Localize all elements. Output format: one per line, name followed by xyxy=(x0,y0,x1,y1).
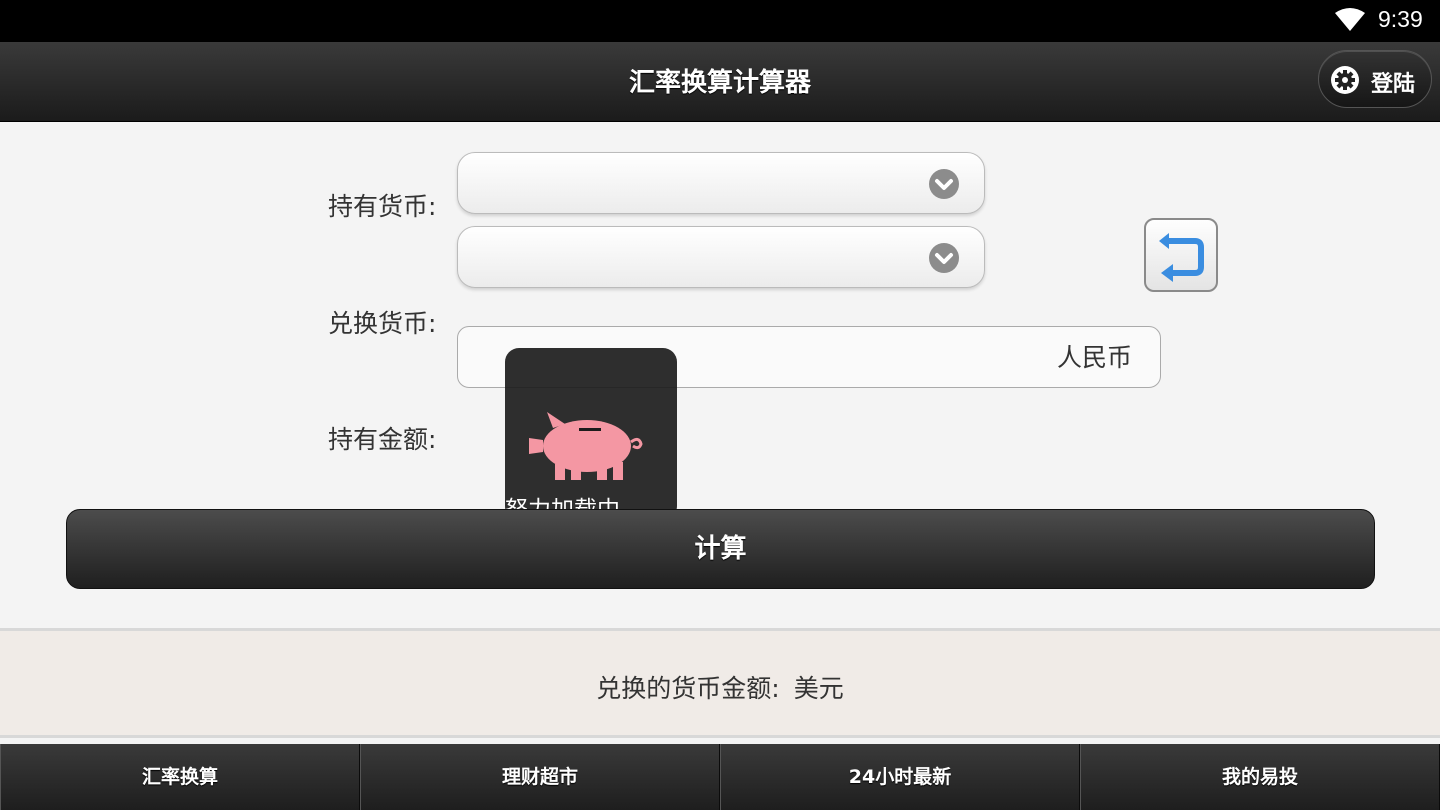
app-header: 汇率换算计算器 登陆 xyxy=(0,42,1440,122)
amount-label: 持有金额: xyxy=(328,425,437,454)
login-button[interactable]: 登陆 xyxy=(1318,50,1432,108)
result-unit: 美元 xyxy=(793,674,844,703)
tab-wealth-market[interactable]: 理财超市 xyxy=(360,744,720,810)
target-currency-label: 兑换货币: xyxy=(328,309,437,338)
held-currency-label: 持有货币: xyxy=(328,192,437,221)
result-label: 兑换的货币金额: xyxy=(596,674,780,703)
loading-overlay: 努力加载中... xyxy=(505,348,677,523)
target-currency-select[interactable] xyxy=(457,226,985,288)
status-bar: 9:39 xyxy=(0,0,1440,42)
amount-unit: 人民币 xyxy=(1056,343,1132,372)
chevron-down-icon xyxy=(929,243,959,273)
result-text: 兑换的货币金额: 美元 xyxy=(0,669,1440,705)
bottom-nav: 汇率换算 理财超市 24小时最新 我的易投 xyxy=(0,744,1440,810)
chevron-down-icon xyxy=(929,169,959,199)
page-title: 汇率换算计算器 xyxy=(628,68,811,98)
status-time: 9:39 xyxy=(1378,6,1423,32)
swap-arrows-icon xyxy=(1159,233,1204,282)
tab-exchange-rate[interactable]: 汇率换算 xyxy=(0,744,360,810)
wifi-icon xyxy=(1335,8,1365,31)
held-currency-select[interactable] xyxy=(457,152,985,214)
tab-24h-latest[interactable]: 24小时最新 xyxy=(720,744,1080,810)
gear-icon xyxy=(1331,66,1359,94)
piggy-bank-icon xyxy=(529,412,643,480)
tab-my-account[interactable]: 我的易投 xyxy=(1080,744,1440,810)
calculate-button[interactable]: 计算 xyxy=(66,509,1375,589)
swap-currency-button[interactable] xyxy=(1144,218,1218,292)
result-panel: 兑换的货币金额: 美元 xyxy=(0,628,1440,738)
login-label: 登陆 xyxy=(1371,72,1416,97)
